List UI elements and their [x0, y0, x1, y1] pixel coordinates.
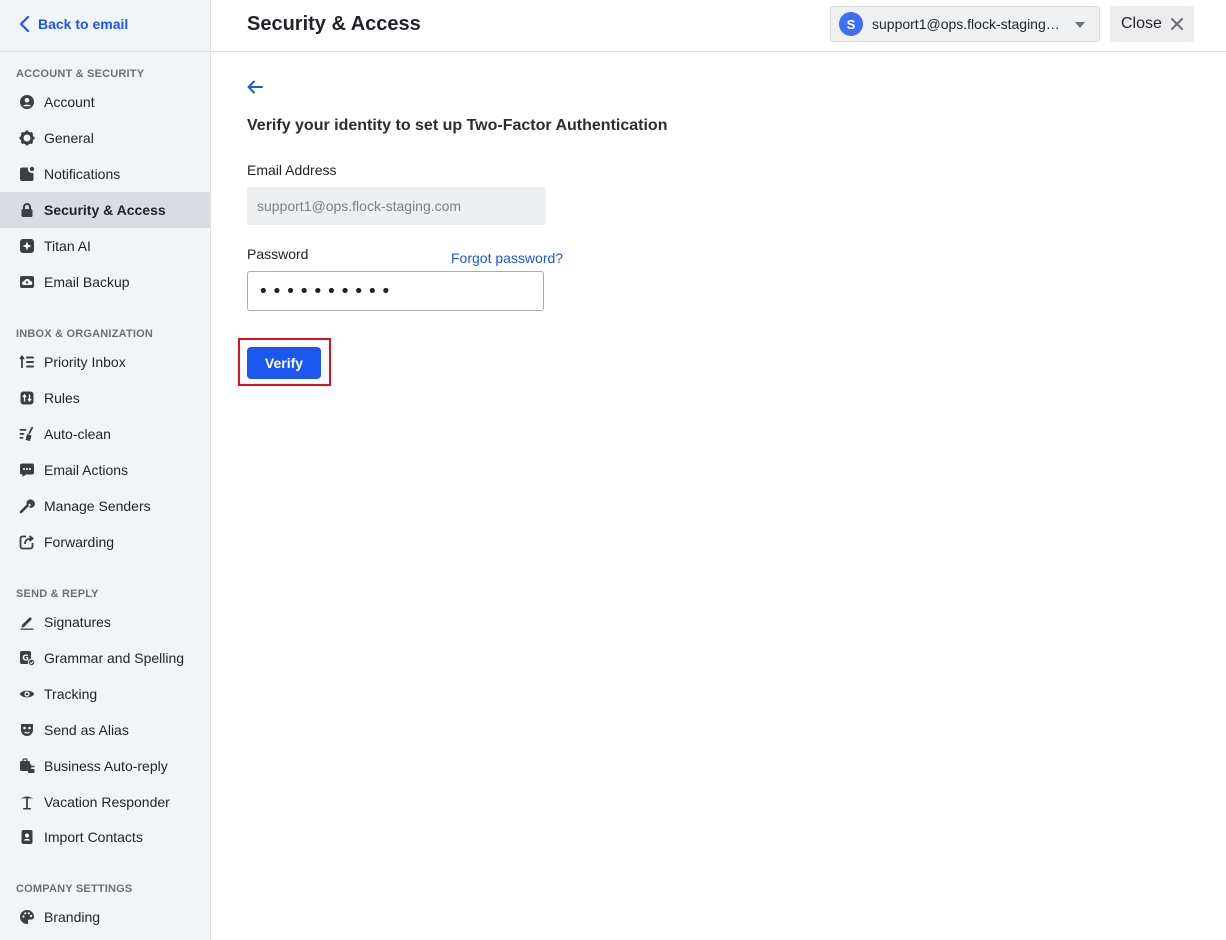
sidebar-item-notifications[interactable]: Notifications	[0, 156, 210, 192]
email-field[interactable]	[247, 187, 546, 225]
user-circle-icon	[18, 93, 36, 111]
sidebar-item-label: Priority Inbox	[44, 354, 126, 370]
sidebar-item-label: Business Auto-reply	[44, 758, 168, 774]
forgot-password-link[interactable]: Forgot password?	[451, 250, 563, 266]
svg-text:G: G	[22, 654, 29, 663]
password-field[interactable]	[247, 271, 544, 311]
password-label: Password	[247, 246, 309, 262]
pen-icon	[18, 613, 36, 631]
sidebar-item-auto-clean[interactable]: Auto-clean	[0, 416, 210, 452]
sidebar-item-label: Tracking	[44, 686, 98, 702]
rules-icon	[18, 389, 36, 407]
sidebar-item-import-contacts[interactable]: Import Contacts	[0, 819, 210, 855]
account-selector[interactable]: S support1@ops.flock-staging.com	[830, 6, 1100, 42]
palette-icon	[18, 908, 36, 926]
broom-icon	[18, 425, 36, 443]
sidebar-item-label: Grammar and Spelling	[44, 650, 185, 666]
sidebar-item-security-access[interactable]: Security & Access	[0, 192, 210, 228]
sidebar-item-label: Account	[44, 94, 95, 110]
section-title-company-settings: COMPANY SETTINGS	[16, 883, 133, 895]
chevron-left-icon	[19, 15, 30, 33]
sidebar-item-label: Notifications	[44, 166, 121, 182]
email-actions-icon	[18, 461, 36, 479]
sidebar-item-general[interactable]: General	[0, 120, 210, 156]
page-title: Security & Access	[247, 13, 421, 35]
sidebar-item-rules[interactable]: Rules	[0, 380, 210, 416]
sidebar-item-label: Branding	[44, 909, 101, 925]
sidebar-item-label: Security & Access	[44, 202, 166, 218]
sidebar-item-label: Email Actions	[44, 462, 129, 478]
lock-icon	[18, 201, 36, 219]
chevron-down-icon	[1075, 22, 1085, 28]
close-label: Close	[1121, 15, 1162, 32]
grammar-icon: G	[18, 649, 36, 667]
form-heading: Verify your identity to set up Two-Facto…	[247, 117, 668, 134]
sidebar-item-signatures[interactable]: Signatures	[0, 604, 210, 640]
sidebar-item-vacation-responder[interactable]: Vacation Responder	[0, 784, 210, 820]
contacts-icon	[18, 828, 36, 846]
sidebar-item-label: Forwarding	[44, 534, 115, 550]
sidebar-item-branding[interactable]: Branding	[0, 899, 210, 935]
gear-icon	[18, 129, 36, 147]
sidebar-item-titan-ai[interactable]: Titan AI	[0, 228, 210, 264]
sidebar-item-manage-senders[interactable]: Manage Senders	[0, 488, 210, 524]
notification-icon	[18, 165, 36, 183]
settings-header: Security & Access S support1@ops.flock-s…	[211, 0, 1226, 52]
section-title-account-security: ACCOUNT & SECURITY	[16, 68, 145, 80]
sidebar-item-account[interactable]: Account	[0, 84, 210, 120]
sidebar-item-label: General	[44, 130, 94, 146]
avatar: S	[839, 12, 863, 36]
eye-icon	[18, 685, 36, 703]
verify-button[interactable]: Verify	[247, 347, 321, 379]
priority-list-icon	[18, 353, 36, 371]
sidebar-item-priority-inbox[interactable]: Priority Inbox	[0, 344, 210, 380]
sidebar-item-label: Import Contacts	[44, 829, 143, 845]
settings-sidebar: Back to email ACCOUNT & SECURITY Account…	[0, 0, 211, 940]
sidebar-item-email-backup[interactable]: Email Backup	[0, 264, 210, 300]
close-icon	[1170, 18, 1183, 30]
sidebar-item-label: Manage Senders	[44, 498, 151, 514]
close-button[interactable]: Close	[1110, 6, 1194, 42]
sidebar-item-business-auto-reply[interactable]: Business Auto-reply	[0, 748, 210, 784]
cloud-backup-icon	[18, 273, 36, 291]
section-title-inbox-organization: INBOX & ORGANIZATION	[16, 328, 154, 340]
forward-icon	[18, 533, 36, 551]
email-label: Email Address	[247, 162, 337, 178]
sidebar-divider	[0, 51, 210, 52]
sparkle-icon	[18, 237, 36, 255]
account-email: support1@ops.flock-staging.com	[872, 16, 1062, 32]
auto-reply-icon	[18, 757, 36, 775]
section-title-send-reply: SEND & REPLY	[16, 588, 99, 600]
sidebar-item-grammar-spelling[interactable]: G Grammar and Spelling	[0, 640, 210, 676]
sidebar-item-label: Auto-clean	[44, 426, 111, 442]
arrow-left-icon[interactable]	[245, 77, 265, 97]
sidebar-item-label: Rules	[44, 390, 80, 406]
sidebar-item-send-as-alias[interactable]: Send as Alias	[0, 712, 210, 748]
sidebar-item-label: Send as Alias	[44, 722, 129, 738]
sidebar-item-email-actions[interactable]: Email Actions	[0, 452, 210, 488]
sidebar-item-label: Titan AI	[44, 238, 91, 254]
sidebar-item-tracking[interactable]: Tracking	[0, 676, 210, 712]
back-to-email-link[interactable]: Back to email	[18, 13, 128, 35]
sidebar-item-label: Signatures	[44, 614, 111, 630]
wrench-icon	[18, 497, 36, 515]
palm-tree-icon	[18, 793, 36, 811]
mask-icon	[18, 721, 36, 739]
back-to-email-label: Back to email	[38, 16, 129, 32]
sidebar-item-label: Vacation Responder	[44, 794, 170, 810]
sidebar-item-forwarding[interactable]: Forwarding	[0, 524, 210, 560]
sidebar-item-label: Email Backup	[44, 274, 130, 290]
